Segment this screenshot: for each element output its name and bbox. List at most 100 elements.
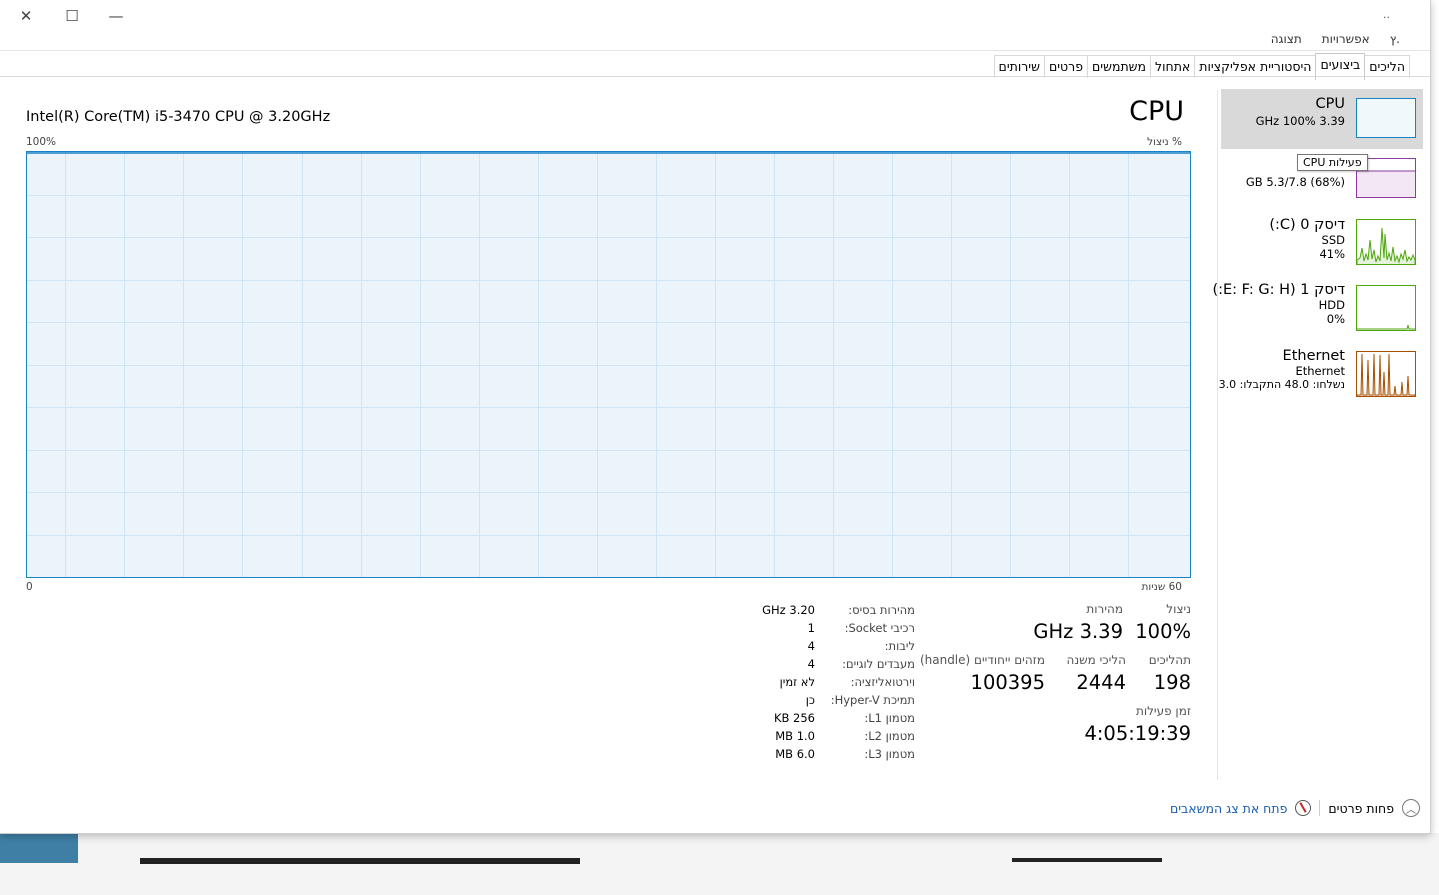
info-row: מטמון L3: 6.0 MB [700,745,930,763]
cpu-model-name: Intel(R) Core(TM) i5-3470 CPU @ 3.20GHz [26,109,331,125]
info-value: 1.0 MB [775,729,815,743]
info-row: מטמון L2: 1.0 MB [700,727,930,745]
x-axis-end-label: 60 שניות [1141,581,1182,593]
info-value: כן [805,693,815,707]
info-label: תמיכת Hyper-V: [830,693,915,707]
info-label: מטמון L2: [864,729,915,743]
cpu-utilization-graph [26,151,1191,578]
stat-speed: מהירות 3.39 GHz [1033,602,1123,643]
cpu-graph-svg [27,152,1190,577]
stat-handles: מזהים ייחודיים (handle) 100395 [920,653,1045,694]
sidebar-cpu-detail: 3.39 GHz 100% [1255,114,1345,128]
info-value: 1 [807,621,815,635]
sidebar-disk1-name: דיסק 1 (E: F: G: H:) [1212,282,1345,298]
desktop-wallpaper-fragment [0,833,78,863]
info-label: וירטואליזציה: [850,675,915,689]
sidebar-ethernet-detail: נשלחו: 48.0 התקבלו: 3.0 [1218,378,1345,391]
sidebar-item-ethernet[interactable]: Ethernet Ethernet נשלחו: 48.0 התקבלו: 3.… [1219,346,1423,401]
resource-monitor-icon[interactable] [1295,800,1312,816]
sidebar-disk0-type: SSD [1321,233,1345,247]
sidebar-item-disk1[interactable]: דיסק 1 (E: F: G: H:) HDD 0% [1212,280,1423,335]
sidebar-memory-detail: (68%) 5.3/7.8 GB [1245,175,1345,189]
info-label: מעבדים לוגיים: [842,657,915,671]
cpu-info-table: מהירות בסיס: 3.20 GHz רכיבי Socket: 1 ליבו… [700,601,930,763]
taskbar-fragment [140,858,580,864]
info-row: תמיכת Hyper-V: כן [700,691,930,709]
stat-handles-label: מזהים ייחודיים (handle) [919,653,1045,667]
info-row: רכיבי Socket: 1 [700,619,930,637]
sidebar-divider [1217,90,1218,780]
menu-file[interactable]: ץ. [1390,32,1400,46]
info-row: וירטואליזציה: לא זמין [700,673,930,691]
sidebar-ethernet-name: Ethernet [1282,348,1345,364]
info-value: לא זמין [779,675,815,689]
disk0-thumbnail-graph [1356,219,1416,265]
info-label: מטמון L1: [864,711,915,725]
info-label: מטמון L3: [864,747,915,761]
page-title: CPU [1129,96,1184,127]
tab-details[interactable]: פרטים [1043,55,1089,78]
tab-users[interactable]: משתמשים [1087,55,1152,78]
info-value: 3.20 GHz [762,603,815,617]
stat-processes-label: תהליכים [1148,653,1191,667]
cpu-thumbnail-graph [1356,98,1416,138]
sidebar-disk1-type: HDD [1318,298,1345,312]
cpu-activity-tooltip: פעילות CPU [1297,154,1368,171]
sidebar-disk1-usage: 0% [1326,312,1345,326]
info-row: מטמון L1: 256 KB [700,709,930,727]
sidebar-disk0-usage: 41% [1319,247,1345,261]
cpu-utilization-area [27,153,1190,577]
sidebar-item-disk0[interactable]: דיסק 0 (C:) SSD 41% [1221,215,1423,270]
stat-utilization-value: 100% [1135,620,1191,643]
stat-speed-value: 3.39 GHz [1033,620,1123,643]
bottom-divider [1319,800,1321,816]
sidebar-disk0-text: דיסק 0 (C:) SSD 41% [1269,217,1345,261]
menu-divider [0,50,1430,51]
minimize-icon[interactable]: — [104,6,128,26]
sidebar-item-cpu[interactable]: CPU 3.39 GHz 100% [1221,89,1423,149]
sidebar-ethernet-text: Ethernet Ethernet נשלחו: 48.0 התקבלו: 3.… [1219,348,1345,391]
menu-options[interactable]: אפשרויות [1322,32,1370,46]
info-row: מהירות בסיס: 3.20 GHz [700,601,930,619]
desktop-background [0,833,1439,895]
info-value: 4 [807,657,815,671]
menu-view[interactable]: תצוגה [1271,32,1302,46]
info-value: 6.0 MB [775,747,815,761]
bottom-bar: ︿ פחות פרטים פתח את צג המשאבים [1170,798,1420,818]
info-label: רכיבי Socket: [844,621,915,635]
stat-speed-label: מהירות [1086,602,1123,616]
x-axis-start-label: 0 [26,581,33,593]
task-manager-window: ✕ ☐ — .. ץ. אפשרויות תצוגה הליכים ביצועי… [0,0,1431,834]
maximize-icon[interactable]: ☐ [60,6,84,26]
fewer-details-link[interactable]: פחות פרטים [1328,801,1394,816]
tab-services[interactable]: שירותים [993,55,1045,78]
tabs-divider [0,76,1430,77]
sidebar-ethernet-sub: Ethernet [1295,364,1345,378]
tab-app-history[interactable]: היסטוריית אפליקציות [1194,55,1317,78]
ethernet-thumbnail-graph [1356,351,1416,397]
stat-threads-value: 2444 [1076,671,1126,694]
stat-uptime: זמן פעילות 4:05:19:39 [1084,704,1191,745]
sidebar-disk0-name: דיסק 0 (C:) [1269,217,1345,233]
stat-threads-label: הליכי משנה [1066,653,1126,667]
disk1-thumbnail-graph [1356,285,1416,331]
stat-processes-value: 198 [1153,671,1191,694]
taskbar-fragment-right [1012,858,1162,862]
tab-processes[interactable]: הליכים [1364,55,1410,78]
stat-processes: תהליכים 198 [1149,653,1191,694]
close-icon[interactable]: ✕ [14,6,38,26]
stat-uptime-label: זמן פעילות [1135,704,1191,718]
menu-bar: ץ. אפשרויות תצוגה [1271,32,1400,46]
info-value: 256 KB [773,711,815,725]
chevron-up-icon[interactable]: ︿ [1402,799,1420,817]
info-label: מהירות בסיס: [848,603,915,617]
open-resource-monitor-link[interactable]: פתח את צג המשאבים [1170,801,1287,816]
stat-utilization-label: ניצול [1166,602,1191,616]
tab-startup[interactable]: אתחול [1150,55,1196,78]
tab-strip: הליכים ביצועים היסטוריית אפליקציות אתחול… [993,53,1410,82]
sidebar-disk1-text: דיסק 1 (E: F: G: H:) HDD 0% [1212,282,1345,326]
stat-utilization: ניצול 100% [1135,602,1191,643]
sidebar-cpu-text: CPU 3.39 GHz 100% [1256,96,1345,128]
stat-threads: הליכי משנה 2444 [1067,653,1126,694]
ethernet-sparkline [1356,353,1416,396]
